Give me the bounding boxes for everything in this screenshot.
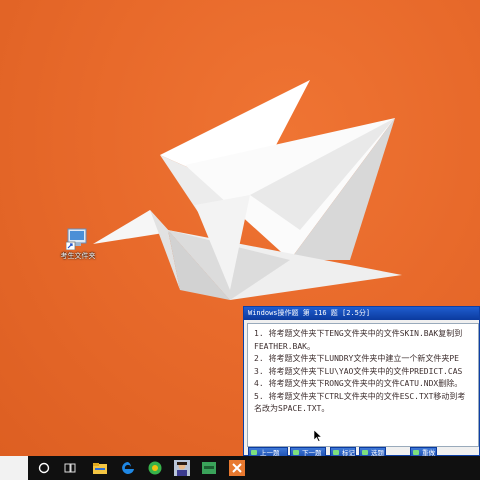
exam-folder-shortcut[interactable]: 考生文件夹 (58, 228, 98, 260)
exam-folder-shortcut-icon (65, 228, 90, 251)
search-box[interactable] (0, 456, 28, 480)
exam-folder-shortcut-label: 考生文件夹 (60, 252, 96, 260)
user-avatar-icon[interactable] (174, 460, 190, 476)
select-icon (362, 450, 368, 455)
question-line: 5. 将考题文件夹下CTRL文件夹中的文件ESC.TXT移动到考 (254, 391, 466, 401)
exam-window-title: Windows操作题 第 116 题 [2.5分] (244, 307, 479, 320)
question-line: 4. 将考题文件夹下RONG文件夹中的文件CATU.NDX删除。 (254, 379, 463, 388)
question-line: FEATHER.BAK。 (254, 341, 315, 351)
terminal-app-icon[interactable] (201, 460, 217, 476)
browser-icon[interactable] (147, 460, 163, 476)
mouse-cursor-icon (314, 430, 322, 442)
prev-arrow-icon (251, 450, 257, 455)
mark-icon (333, 450, 339, 455)
question-line: 2. 将考题文件夹下LUNDRY文件夹中建立一个新文件夹PE (254, 354, 459, 363)
taskbar (0, 456, 480, 480)
file-explorer-icon[interactable] (92, 460, 108, 476)
next-arrow-icon (293, 450, 299, 455)
question-line: 1. 将考题文件夹下TENG文件夹中的文件SKIN.BAK复制到 (254, 329, 463, 338)
exam-question-window[interactable]: Windows操作题 第 116 题 [2.5分] 1. 将考题文件夹下TENG… (243, 306, 480, 458)
question-text-area[interactable]: 1. 将考题文件夹下TENG文件夹中的文件SKIN.BAK复制到 FEATHER… (247, 323, 479, 447)
cortana-icon[interactable] (36, 460, 52, 476)
question-line: 名改为SPACE.TXT。 (254, 404, 330, 413)
question-line: 3. 将考题文件夹下LU\YAO文件夹中的文件PREDICT.CAS (254, 366, 463, 376)
task-view-icon[interactable] (62, 460, 78, 476)
redo-icon (413, 450, 419, 455)
edge-icon[interactable] (120, 460, 136, 476)
exam-app-icon[interactable] (229, 460, 245, 476)
